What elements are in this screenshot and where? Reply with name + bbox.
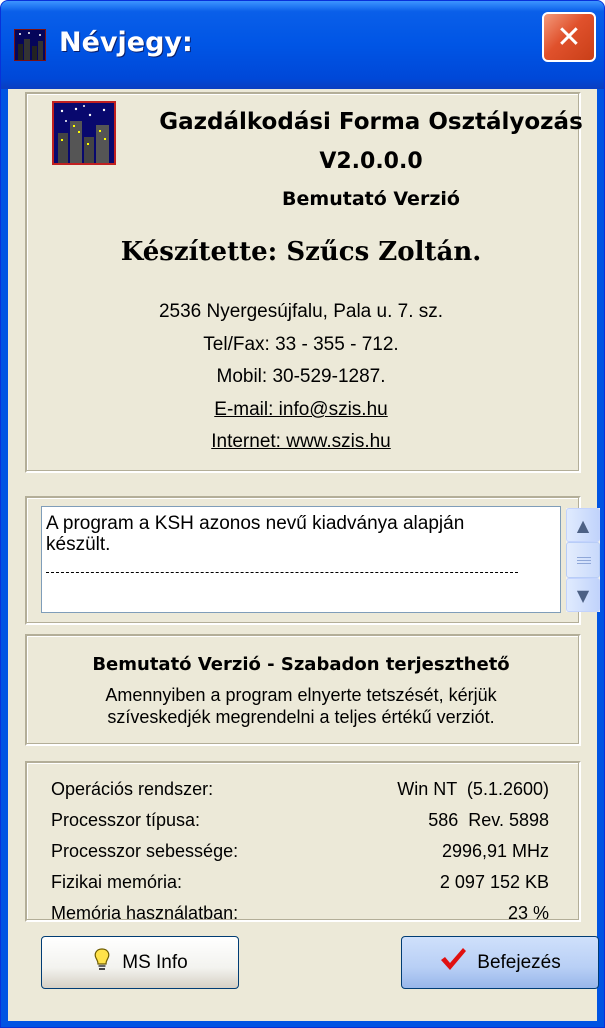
info-label: Operációs rendszer: — [51, 779, 214, 799]
info-label: Processzor sebessége: — [51, 841, 239, 861]
notice-line-2: szíveskedjék megrendelni a teljes értékű… — [107, 707, 495, 727]
notice-line-1: Amennyiben a program elnyerte tetszését,… — [105, 685, 497, 705]
website-link[interactable]: Internet: www.szis.hu — [211, 431, 391, 452]
checkmark-icon — [439, 946, 467, 979]
ms-info-button[interactable]: MS Info — [41, 936, 239, 989]
info-value: 2 097 152 KB — [439, 872, 549, 892]
scroll-up-button[interactable]: ▲ — [566, 508, 600, 542]
info-label: Processzor típusa: — [51, 810, 201, 830]
close-button[interactable]: ✕ — [542, 12, 596, 62]
info-row-cpu-speed: Processzor sebessége: 2996,91 MHz — [51, 841, 549, 867]
info-value: Win NT (5.1.2600) — [397, 779, 549, 799]
memo-text: A program a KSH azonos nevű kiadványa al… — [46, 513, 465, 555]
info-label: Fizikai memória: — [51, 872, 183, 892]
internet-link-row: Internet: www.szis.hu — [41, 431, 561, 453]
notice-body: Amennyiben a program elnyerte tetszését,… — [41, 684, 561, 728]
info-value: 2996,91 MHz — [441, 841, 549, 861]
info-label: Memória használatban: — [51, 903, 239, 923]
lightbulb-icon — [92, 947, 112, 978]
email-link[interactable]: E-mail: info@szis.hu — [214, 399, 387, 420]
app-logo-icon — [52, 101, 116, 165]
author: Készítette: Szűcs Zoltán. — [120, 237, 482, 267]
info-row-cpu-type: Processzor típusa: 586 Rev. 5898 — [51, 810, 549, 836]
city-night-icon — [14, 29, 46, 61]
about-dialog: Névjegy: ✕ Gazdálkodási Forma Osztályozá… — [0, 0, 605, 1028]
info-row-os: Operációs rendszer: Win NT (5.1.2600) — [51, 779, 549, 805]
memo-divider — [46, 572, 518, 573]
tel-fax: Tel/Fax: 33 - 355 - 712. — [203, 334, 399, 355]
app-edition: Bemutató Verzió — [282, 188, 460, 210]
window-title: Névjegy: — [59, 27, 193, 58]
scroll-thumb[interactable] — [566, 542, 600, 578]
finish-label: Befejezés — [477, 951, 561, 973]
email-link-row: E-mail: info@szis.hu — [41, 399, 561, 421]
notice-title: Bemutató Verzió - Szabadon terjeszthető — [92, 654, 510, 675]
app-version: V2.0.0.0 — [319, 149, 423, 174]
mobile: Mobil: 30-529-1287. — [216, 366, 386, 387]
info-value: 23 % — [507, 903, 549, 923]
app-name: Gazdálkodási Forma Osztályozás — [159, 109, 583, 135]
ms-info-label: MS Info — [122, 951, 188, 973]
info-row-physical-memory: Fizikai memória: 2 097 152 KB — [51, 872, 549, 898]
info-row-memory-usage: Memória használatban: 23 % — [51, 903, 549, 929]
title-bar[interactable]: Névjegy: ✕ — [1, 1, 604, 89]
scroll-down-button[interactable]: ▼ — [566, 578, 600, 612]
description-memo[interactable]: A program a KSH azonos nevű kiadványa al… — [41, 506, 600, 613]
info-value: 586 Rev. 5898 — [428, 810, 549, 830]
finish-button[interactable]: Befejezés — [401, 936, 599, 989]
address: 2536 Nyergesújfalu, Pala u. 7. sz. — [158, 301, 444, 322]
vertical-scrollbar[interactable]: ▲ ▼ — [566, 508, 600, 612]
